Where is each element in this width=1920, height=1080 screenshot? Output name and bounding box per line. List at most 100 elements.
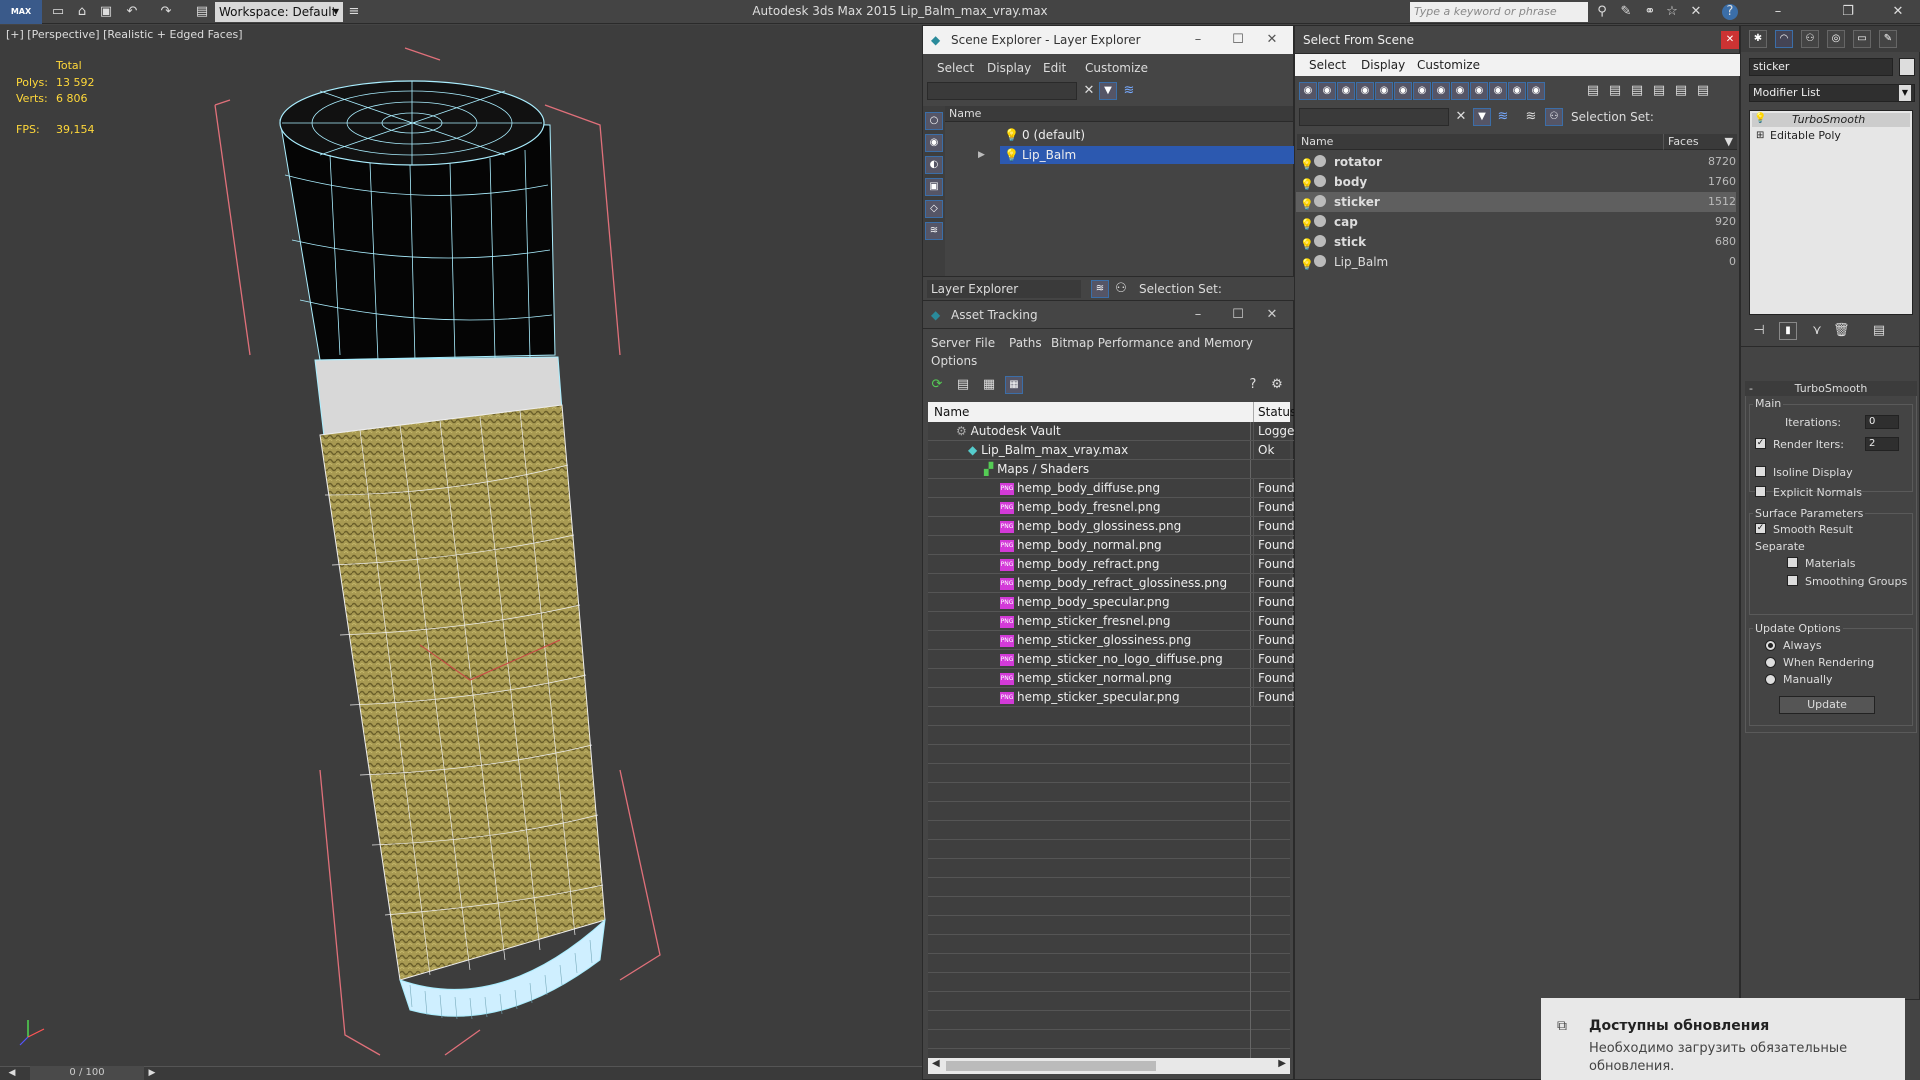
always-radio[interactable]	[1765, 640, 1776, 651]
filter-icon[interactable]: ▤	[1651, 83, 1667, 99]
se-menu-display[interactable]: Display	[987, 61, 1031, 75]
sfs-row-body[interactable]: 💡 body 1760	[1296, 172, 1736, 192]
display-frozen-icon[interactable]: ◉	[1489, 82, 1507, 100]
select-all-icon[interactable]: ▤	[1585, 83, 1601, 99]
project-icon[interactable]: ▤	[194, 4, 210, 20]
binoculars-icon[interactable]: ⚲	[1594, 4, 1610, 20]
materials-checkbox[interactable]	[1787, 557, 1798, 568]
layers-filter-icon[interactable]: ≋	[925, 222, 943, 240]
horizontal-scrollbar[interactable]: ◀ ▶	[928, 1058, 1290, 1074]
hierarchy-icon[interactable]: ⚇	[1113, 281, 1129, 297]
layer-row-lip-balm[interactable]: ▶ 💡 Lip_Balm	[978, 146, 1294, 164]
at-row-file[interactable]: PNG hemp_sticker_glossiness.png Found	[928, 631, 1295, 650]
at-row-file[interactable]: PNG hemp_sticker_specular.png Found	[928, 688, 1295, 707]
modifier-list-dropdown[interactable]: Modifier List ▼	[1749, 84, 1915, 102]
scroll-right-icon[interactable]: ▶	[1278, 1058, 1286, 1069]
remove-modifier-icon[interactable]: 🗑	[1833, 323, 1850, 339]
list-icon[interactable]: ▤	[955, 377, 971, 393]
sfs-col-faces[interactable]: Faces ▼	[1663, 134, 1737, 150]
bulb-icon[interactable]: 💡	[1004, 126, 1019, 144]
object-name-input[interactable]: sticker	[1749, 58, 1893, 76]
display-spacewarps-icon[interactable]: ◉	[1394, 82, 1412, 100]
display-none-icon[interactable]: ○	[925, 112, 943, 130]
x-icon[interactable]: ✕	[1688, 4, 1704, 20]
filter-icon[interactable]: ▼	[1473, 108, 1491, 126]
layers-icon[interactable]: ≋	[1495, 109, 1511, 125]
at-row-file[interactable]: PNG hemp_body_normal.png Found	[928, 536, 1295, 555]
sfs-row-rotator[interactable]: 💡 rotator 8720	[1296, 152, 1736, 172]
shapes-icon[interactable]: ◇	[925, 200, 943, 218]
select-none-icon[interactable]: ▤	[1607, 83, 1623, 99]
bulb-icon[interactable]: 💡	[1300, 255, 1314, 275]
sfs-row-stick[interactable]: 💡 stick 680	[1296, 232, 1736, 252]
layer-row-default[interactable]: 💡 0 (default)	[1000, 126, 1290, 144]
show-end-result-icon[interactable]: ▮	[1779, 322, 1797, 340]
at-row-vault[interactable]: ⚙ Autodesk Vault Logged	[928, 422, 1302, 441]
configure-sets-icon[interactable]: ▤	[1871, 323, 1887, 339]
display-geometry-icon[interactable]: ◉	[1299, 82, 1317, 100]
app-logo[interactable]: MAX	[0, 0, 42, 24]
help-icon[interactable]: ?	[1245, 377, 1261, 393]
close-icon[interactable]: ✕	[1257, 26, 1287, 54]
at-row-maps[interactable]: ▞ Maps / Shaders	[928, 460, 1294, 479]
refresh-icon[interactable]: ⟳	[929, 377, 945, 393]
when-rendering-radio[interactable]	[1765, 657, 1776, 668]
layer-toggle-icon[interactable]: ≋	[1523, 109, 1539, 125]
at-col-status[interactable]: Status	[1253, 402, 1296, 422]
object-color-swatch[interactable]	[1899, 58, 1915, 76]
display-tab-icon[interactable]: ▭	[1853, 30, 1871, 48]
star-icon[interactable]: ☆	[1664, 4, 1680, 20]
se-menu-edit[interactable]: Edit	[1043, 61, 1066, 75]
minimize-icon[interactable]: –	[1770, 4, 1786, 20]
sort-down-icon[interactable]: ▼	[1725, 134, 1733, 150]
iterations-spinner[interactable]: 0	[1865, 415, 1899, 429]
at-row-file[interactable]: PNG hemp_body_refract_glossiness.png Found	[928, 574, 1295, 593]
display-bones-icon[interactable]: ◉	[1451, 82, 1469, 100]
select-invert-icon[interactable]: ▤	[1629, 83, 1645, 99]
display-all-icon[interactable]: ◉	[925, 134, 943, 152]
close-icon[interactable]: ✕	[1721, 31, 1739, 49]
smoothing-groups-checkbox[interactable]	[1787, 575, 1798, 586]
at-menu-options[interactable]: Options	[931, 354, 977, 368]
redo-icon[interactable]: ↷	[158, 4, 174, 20]
display-xrefs-icon[interactable]: ◉	[1432, 82, 1450, 100]
minimize-icon[interactable]: –	[1183, 301, 1213, 329]
minimize-icon[interactable]: –	[1183, 26, 1213, 54]
hierarchy-icon[interactable]: ⚇	[1545, 108, 1563, 126]
display-containers-icon[interactable]: ◉	[1470, 82, 1488, 100]
scroll-left-icon[interactable]: ◀	[932, 1058, 940, 1069]
display-all-icon[interactable]: ◉	[1527, 82, 1545, 100]
at-menu-server[interactable]: Server	[931, 336, 970, 350]
create-tab-icon[interactable]: ✱	[1749, 30, 1767, 48]
thumbnail-icon[interactable]: ▦	[981, 377, 997, 393]
expand-arrow-icon[interactable]: ▶	[978, 146, 985, 164]
layer-toggle-icon[interactable]: ≋	[1091, 280, 1109, 298]
update-button[interactable]: Update	[1779, 696, 1875, 714]
workspace-dropdown[interactable]: Workspace: Default ▼	[215, 2, 343, 22]
display-groups-icon[interactable]: ◉	[1413, 82, 1431, 100]
display-helpers-icon[interactable]: ◉	[1375, 82, 1393, 100]
display-cameras-icon[interactable]: ◉	[1356, 82, 1374, 100]
display-shapes-icon[interactable]: ◉	[1318, 82, 1336, 100]
new-file-icon[interactable]: ▭	[50, 4, 66, 20]
stack-item-turbosmooth[interactable]: TurboSmooth	[1752, 113, 1910, 127]
se-menu-customize[interactable]: Customize	[1085, 61, 1148, 75]
at-menu-file[interactable]: File	[975, 336, 995, 350]
timeline-next-icon[interactable]: ▶	[144, 1066, 160, 1080]
update-notification[interactable]: ⧉ Доступны обновления Необходимо загрузи…	[1541, 998, 1905, 1080]
filter-icon[interactable]: ▼	[1099, 82, 1117, 100]
scroll-thumb[interactable]	[946, 1061, 1156, 1071]
geometry-icon[interactable]: ▣	[925, 178, 943, 196]
sfs-row-sticker[interactable]: 💡 sticker 1512	[1296, 192, 1736, 212]
maximize-icon[interactable]: ☐	[1223, 301, 1253, 329]
help-icon[interactable]: ?	[1722, 4, 1738, 20]
at-row-file[interactable]: PNG hemp_body_refract.png Found	[928, 555, 1295, 574]
sfs-row-cap[interactable]: 💡 cap 920	[1296, 212, 1736, 232]
display-hidden-icon[interactable]: ◉	[1508, 82, 1526, 100]
sync-icon[interactable]: ▤	[1695, 83, 1711, 99]
tools-icon[interactable]: ✎	[1618, 4, 1634, 20]
pin-stack-icon[interactable]: ⊣	[1751, 323, 1767, 339]
se-col-name[interactable]: Name	[945, 106, 1293, 122]
at-col-name[interactable]: Name	[934, 402, 969, 422]
connect-icon[interactable]: ⚭	[1642, 4, 1658, 20]
